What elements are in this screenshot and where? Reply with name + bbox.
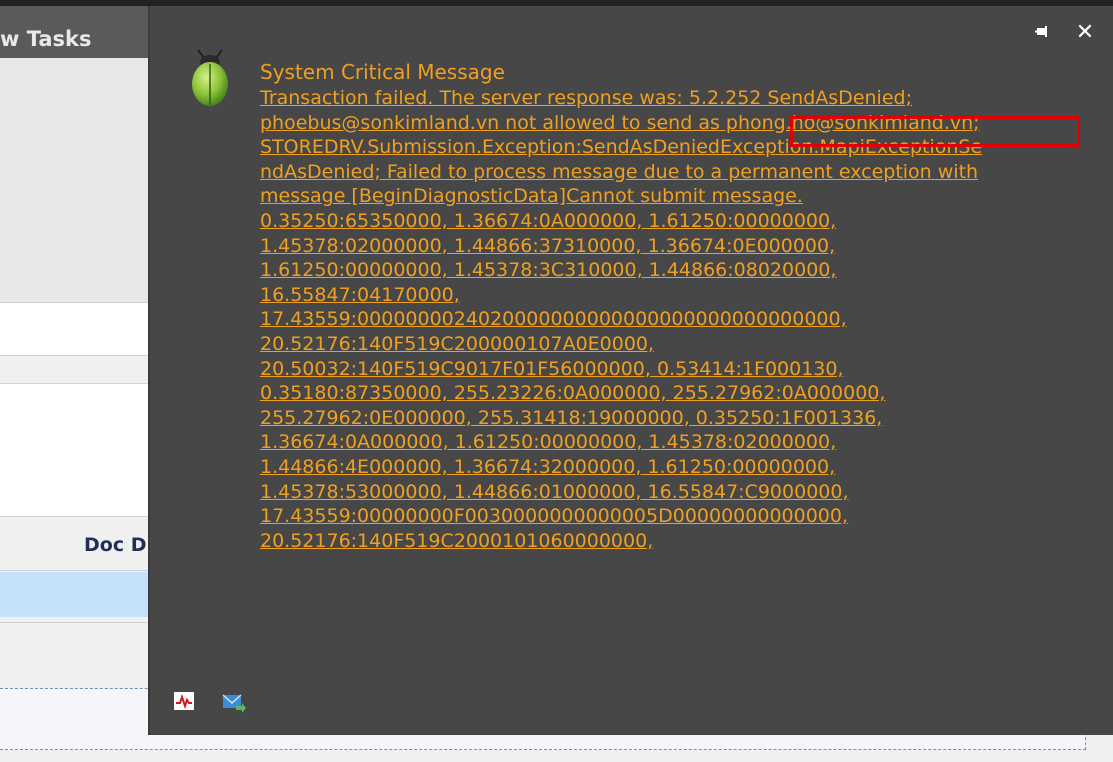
message-line: 1.45378:53000000, 1.44866:01000000, 16.5…: [260, 480, 849, 503]
toolbar-row: [0, 303, 150, 355]
message-line: Transaction failed. The server response …: [260, 87, 912, 109]
message-line: 0.35180:87350000, 255.23226:0A000000, 25…: [260, 382, 886, 405]
message-title: System Critical Message: [260, 60, 505, 84]
pin-icon[interactable]: [1030, 22, 1054, 46]
message-line: message [BeginDiagnosticData]Cannot subm…: [260, 185, 803, 208]
content-area: [0, 383, 150, 517]
critical-message-popup: ✕ System Critical Message Transaction fa…: [150, 6, 1113, 735]
message-line: 1.36674:0A000000, 1.61250:00000000, 1.45…: [260, 431, 837, 454]
divider: [0, 355, 150, 356]
message-line: phoebus@sonkimland.vn not allowed to sen…: [260, 111, 980, 134]
divider: [0, 622, 150, 623]
bug-icon: [188, 48, 232, 108]
message-line: 20.52176:140F519C2000101060000000,: [260, 529, 654, 552]
chart-icon[interactable]: [174, 692, 196, 714]
message-line: ndAsDenied; Failed to process message du…: [260, 160, 979, 183]
mail-icon[interactable]: [222, 692, 246, 714]
message-line: 20.52176:140F519C200000107A0E0000,: [260, 332, 655, 355]
message-line: 17.43559:0000000024020000000000000000000…: [260, 308, 847, 331]
close-icon[interactable]: ✕: [1072, 20, 1098, 46]
side-panel: [0, 58, 150, 302]
message-line: 17.43559:00000000F0030000000000005D00000…: [260, 505, 849, 528]
message-link[interactable]: Transaction failed. The server response …: [260, 86, 1105, 553]
message-line: 1.45378:02000000, 1.44866:37310000, 1.36…: [260, 234, 836, 257]
message-line: 1.61250:00000000, 1.45378:3C310000, 1.44…: [260, 259, 837, 282]
divider: [0, 570, 150, 571]
message-line: 20.50032:140F519C9017F01F56000000, 0.534…: [260, 357, 844, 380]
message-line: 255.27962:0E000000, 255.31418:19000000, …: [260, 406, 883, 429]
message-line: STOREDRV.Submission.Exception:SendAsDeni…: [260, 136, 983, 159]
message-line: 16.55847:04170000,: [260, 283, 460, 306]
table-row-selected[interactable]: [0, 572, 150, 617]
column-header-doc[interactable]: Doc D: [84, 534, 146, 556]
header-title: w Tasks: [0, 27, 92, 51]
message-line: 0.35250:65350000, 1.36674:0A000000, 1.61…: [260, 209, 837, 232]
message-line: 1.44866:4E000000, 1.36674:32000000, 1.61…: [260, 455, 836, 478]
